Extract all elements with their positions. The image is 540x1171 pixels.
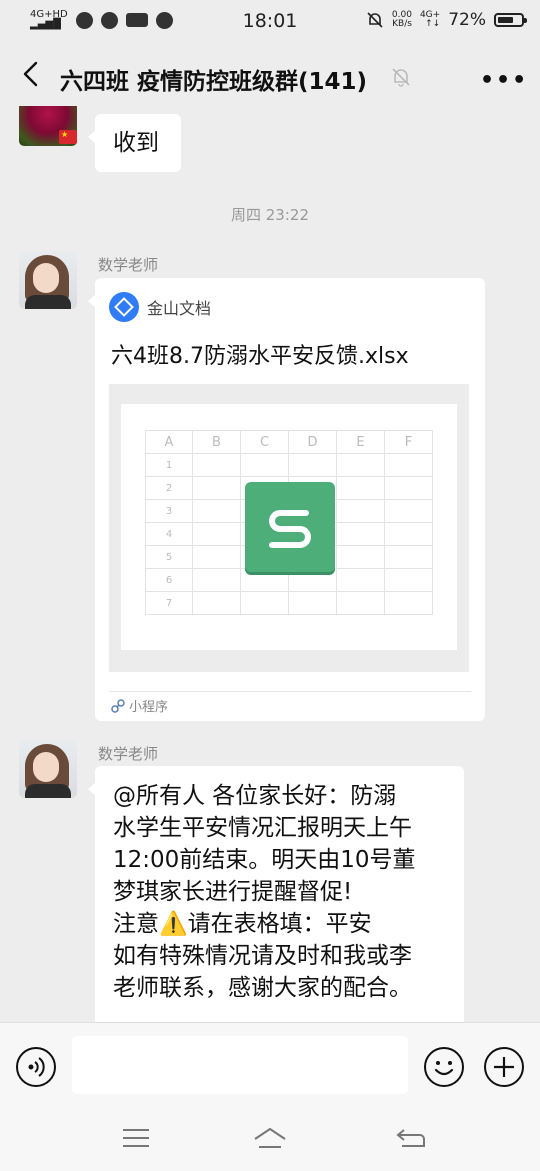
card-divider	[109, 691, 471, 692]
card-footer: 小程序	[111, 696, 168, 715]
net-speed: 0.00 KB/s	[392, 11, 412, 29]
row-header: 3	[145, 499, 193, 523]
battery-percent: 72%	[448, 10, 486, 30]
input-bar	[0, 1022, 540, 1171]
more-options-icon[interactable]: •••	[480, 68, 528, 93]
message-list[interactable]: ★ 收到 周四 23:22 数学老师 金山文档 六4班8.7防溺水平安反馈.xl…	[0, 106, 540, 1022]
home-nav-icon[interactable]	[253, 1127, 287, 1149]
avatar[interactable]	[19, 740, 77, 798]
network-type: 4G+ ↑↓	[419, 10, 441, 29]
card-source: 金山文档	[109, 292, 211, 322]
menu-nav-icon[interactable]	[121, 1127, 151, 1149]
emoji-icon[interactable]	[424, 1047, 464, 1087]
message-text: 收到	[113, 130, 159, 156]
message-line: 如有特殊情况请及时和我或李	[113, 943, 412, 969]
message-bubble[interactable]: 收到	[88, 114, 181, 172]
column-header: D	[288, 430, 337, 454]
kingsoft-docs-icon	[109, 292, 139, 322]
time-separator: 周四 23:22	[231, 206, 309, 224]
mini-program-card[interactable]: 金山文档 六4班8.7防溺水平安反馈.xlsx A B C D E F 1 2 …	[88, 278, 485, 721]
message-line: 水学生平安情况汇报明天上午	[113, 815, 412, 841]
spreadsheet-logo-icon	[245, 482, 335, 572]
back-arrow-icon[interactable]	[16, 58, 48, 90]
spreadsheet-preview: A B C D E F 1 2 3 4 5 6 7	[109, 384, 469, 672]
china-flag-icon: ★	[59, 130, 77, 144]
message-line: 12:00前结束。明天由10号董	[113, 847, 416, 873]
mute-notifications-icon	[392, 68, 410, 87]
card-source-name: 金山文档	[147, 299, 212, 318]
sender-name: 数学老师	[98, 745, 159, 763]
sender-name: 数学老师	[98, 256, 159, 274]
message-bubble[interactable]: @所有人 各位家长好：防溺 水学生平安情况汇报明天上午 12:00前结束。明天由…	[88, 766, 464, 1022]
message-text: @所有人 各位家长好：防溺 水学生平安情况汇报明天上午 12:00前结束。明天由…	[113, 780, 458, 1004]
card-footer-label: 小程序	[129, 700, 169, 715]
card-file-name: 六4班8.7防溺水平安反馈.xlsx	[111, 344, 409, 369]
message-line: 老师联系，感谢大家的配合。	[113, 975, 412, 1001]
message-input[interactable]	[72, 1036, 408, 1094]
battery-fill	[498, 17, 513, 23]
column-header: A	[145, 430, 193, 454]
column-header: E	[336, 430, 385, 454]
row-header: 1	[145, 453, 193, 477]
row-header: 7	[145, 591, 193, 615]
message-line: 注意⚠️请在表格填：平安	[113, 911, 372, 937]
row-header: 6	[145, 568, 193, 592]
chat-header: 六四班 疫情防控班级群(141) •••	[0, 42, 540, 106]
battery-icon	[494, 13, 527, 27]
voice-input-icon[interactable]	[16, 1047, 56, 1087]
status-bar: 4G+HD ▂▄▆█ 18:01 0.00 KB/s 4G+ ↑↓ 72%	[0, 0, 540, 42]
net-speed-unit: KB/s	[392, 19, 412, 29]
mini-program-icon	[111, 698, 125, 713]
avatar[interactable]	[19, 251, 77, 309]
column-header: F	[384, 430, 433, 454]
row-header: 2	[145, 476, 193, 500]
message-line: 梦琪家长进行提醒督促!	[113, 879, 353, 905]
mute-bell-icon	[367, 12, 383, 28]
back-nav-icon[interactable]	[396, 1127, 426, 1149]
column-header: B	[192, 430, 241, 454]
message-line: @所有人 各位家长好：防溺	[113, 783, 397, 809]
row-header: 4	[145, 522, 193, 546]
column-header: C	[240, 430, 289, 454]
chat-title: 六四班 疫情防控班级群(141)	[60, 69, 368, 95]
row-header: 5	[145, 545, 193, 569]
plus-icon[interactable]	[484, 1047, 524, 1087]
